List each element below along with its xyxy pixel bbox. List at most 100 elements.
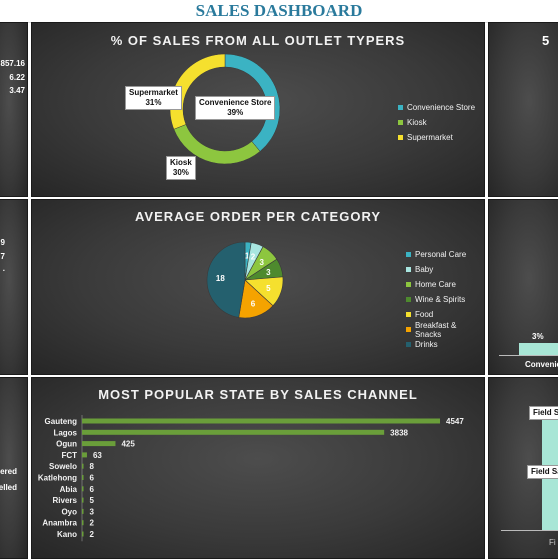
donut-callout-convenience-value: 39% <box>227 108 244 117</box>
bar-gauteng <box>82 418 440 424</box>
left-mid-value-2: 7 <box>0 252 5 261</box>
bar-category-label: Abia <box>60 485 78 494</box>
pie-data-label: 3 <box>266 268 271 277</box>
state-sales-panel: MOST POPULAR STATE BY SALES CHANNEL Gaut… <box>31 377 485 559</box>
bar-category-label: Katlehong <box>38 474 77 483</box>
left-mid-value-3: . <box>2 264 5 273</box>
legend-item-baby: Baby <box>406 262 484 277</box>
legend-item-convenience-store: Convenience Store <box>398 100 475 115</box>
donut-callout-convenience: Convenience Store 39% <box>195 96 276 120</box>
legend-label: Drinks <box>415 340 438 349</box>
bar-value-label: 6 <box>90 474 95 483</box>
page-title: SALES DASHBOARD <box>0 0 558 23</box>
bar-value-label: 2 <box>90 519 95 528</box>
right-mid-category: Convenie <box>525 360 558 369</box>
legend-item-drinks: Drinks <box>406 337 484 352</box>
legend-swatch <box>398 105 403 110</box>
right-bottom-callout-2: Field Sa <box>527 465 558 479</box>
left-kpi-value-3: 3.47 <box>9 86 25 95</box>
donut-callout-supermarket-value: 31% <box>145 98 162 107</box>
right-panel-top: 5 <box>488 22 558 197</box>
legend-label: Kiosk <box>407 118 427 127</box>
donut-callout-convenience-name: Convenience Store <box>199 98 272 107</box>
legend-swatch <box>406 297 411 302</box>
legend-label: Personal Care <box>415 250 467 259</box>
left-kpi-panel-top: 857.16 6.22 3.47 <box>0 22 28 197</box>
legend-swatch <box>406 252 411 257</box>
bar-category-label: Kano <box>57 530 77 539</box>
right-mid-bar <box>519 343 558 355</box>
legend-label: Supermarket <box>407 133 453 142</box>
bar-category-label: Oyo <box>61 507 77 516</box>
bar-rivers <box>82 497 84 503</box>
bar-category-label: FCT <box>61 451 77 460</box>
donut-callout-supermarket: Supermarket 31% <box>125 86 182 110</box>
donut-callout-kiosk-value: 30% <box>172 168 189 177</box>
legend-item-breakfast-snacks: Breakfast & Snacks <box>406 320 484 339</box>
legend-label: Home Care <box>415 280 456 289</box>
bar-ogun <box>82 441 116 447</box>
legend-item-kiosk: Kiosk <box>398 115 475 130</box>
bar-value-label: 8 <box>90 462 95 471</box>
pie-data-label: 6 <box>251 299 256 308</box>
right-bottom-axis-label: Fi <box>549 538 556 547</box>
bar-fct <box>82 452 87 458</box>
right-panel-mid: 3% Convenie <box>488 199 558 375</box>
right-bottom-axis <box>501 530 558 531</box>
bar-oyo <box>82 508 84 514</box>
legend-item-wine-spirits: Wine & Spirits <box>406 292 484 307</box>
pie-slice-drinks <box>206 241 246 318</box>
legend-label: Baby <box>415 265 434 274</box>
bar-kano <box>82 531 84 537</box>
bar-lagos <box>82 429 385 435</box>
bar-category-label: Gauteng <box>45 417 78 426</box>
legend-item-supermarket: Supermarket <box>398 130 475 145</box>
right-top-text: 5 <box>542 33 550 48</box>
bar-category-label: Sowelo <box>49 462 77 471</box>
legend-swatch <box>406 267 411 272</box>
right-mid-axis <box>499 355 558 356</box>
legend-label: Convenience Store <box>407 103 476 112</box>
pie-data-label: 2 <box>251 253 256 262</box>
legend-swatch <box>406 312 411 317</box>
pie-data-label: 3 <box>260 258 265 267</box>
left-bottom-label-2: elled <box>0 483 17 492</box>
right-bottom-callout-1: Field S <box>529 406 558 420</box>
bar-category-label: Anambra <box>42 519 77 528</box>
bar-anambra <box>82 520 84 526</box>
bar-value-label: 3 <box>90 507 95 516</box>
bar-value-label: 5 <box>90 496 95 505</box>
donut-callout-supermarket-name: Supermarket <box>129 88 178 97</box>
bar-value-label: 6 <box>90 485 95 494</box>
donut-legend: Convenience Store Kiosk Supermarket <box>398 100 475 145</box>
legend-swatch <box>406 342 411 347</box>
bar-katlehong <box>82 475 84 480</box>
bar-category-label: Lagos <box>53 428 77 437</box>
bar-value-label: 3838 <box>390 428 408 437</box>
legend-swatch <box>398 135 403 140</box>
legend-label: Food <box>415 310 434 319</box>
legend-swatch <box>398 120 403 125</box>
category-order-panel: AVERAGE ORDER PER CATEGORY 1 2 3 3 5 6 18 Pers… <box>31 199 485 375</box>
donut-callout-kiosk-name: Kiosk <box>170 158 192 167</box>
donut-callout-kiosk: Kiosk 30% <box>166 156 196 180</box>
bar-value-label: 2 <box>90 530 95 539</box>
bar-abia <box>82 486 84 492</box>
left-bottom-label-1: ered <box>0 467 17 476</box>
left-kpi-panel-bottom: ered elled <box>0 377 28 559</box>
left-kpi-panel-mid: 9 7 . <box>0 199 28 375</box>
legend-item-home-care: Home Care <box>406 277 484 292</box>
right-panel-bottom: Field S Field Sa Fi <box>488 377 558 559</box>
left-kpi-value-1: 857.16 <box>0 59 25 68</box>
bar-value-label: 425 <box>121 440 135 449</box>
pie-data-label: 18 <box>216 274 225 283</box>
legend-swatch <box>406 327 411 332</box>
bar-category-label: Rivers <box>53 496 78 505</box>
bar-category-label: Ogun <box>56 440 77 449</box>
legend-item-personal-care: Personal Care <box>406 247 484 262</box>
legend-label: Breakfast & Snacks <box>414 320 457 339</box>
right-mid-label: 3% <box>532 332 544 341</box>
left-kpi-value-2: 6.22 <box>9 73 25 82</box>
outlet-sales-panel: % OF SALES FROM ALL OUTLET TYPERS Superm… <box>31 22 485 197</box>
bar-value-label: 4547 <box>446 417 464 426</box>
